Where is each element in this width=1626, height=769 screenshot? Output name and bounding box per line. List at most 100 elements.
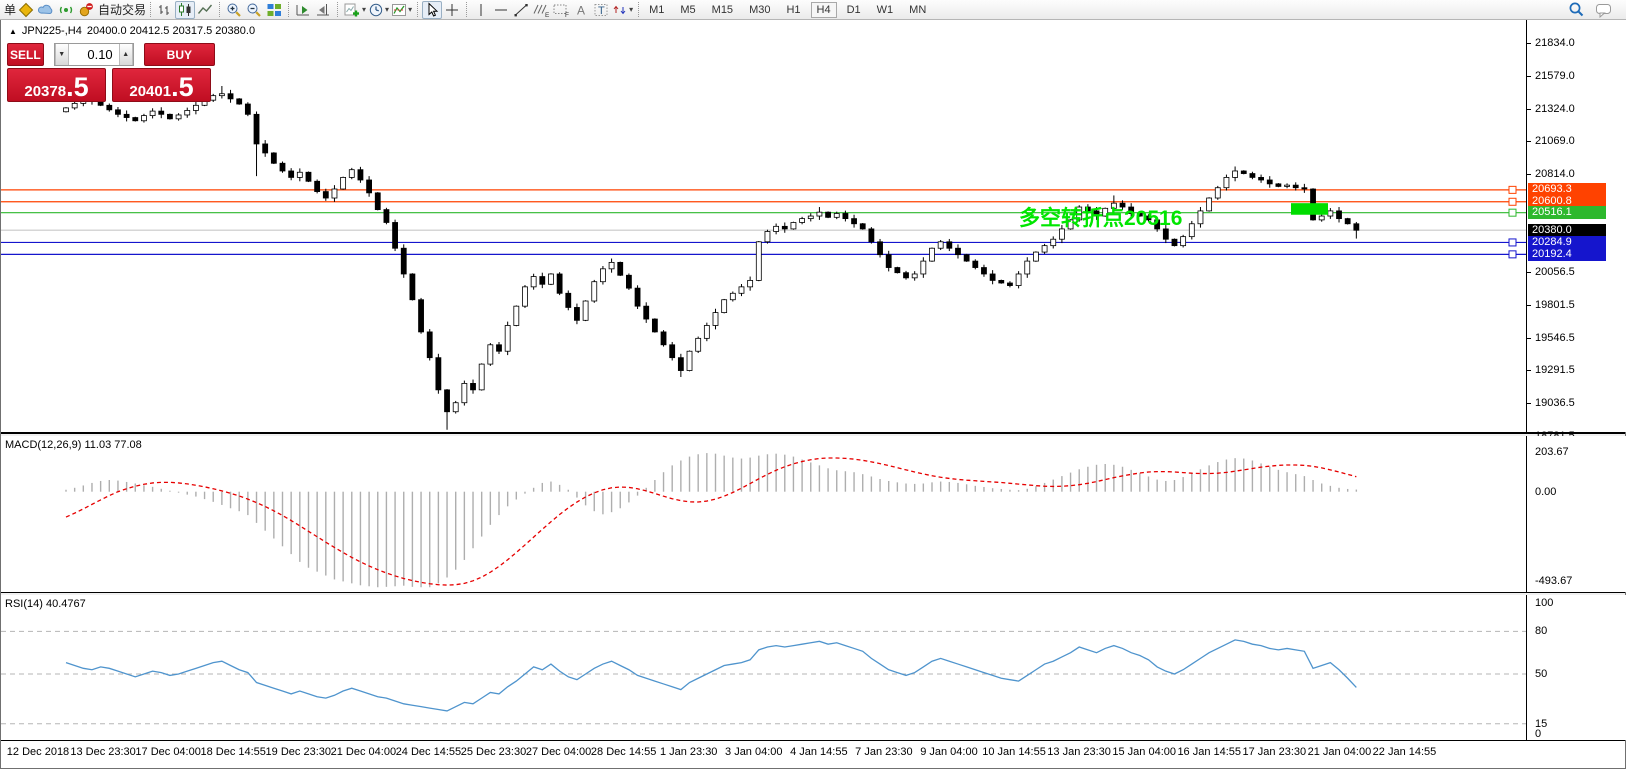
chart-candles-icon[interactable] — [175, 0, 196, 19]
cursor-icon[interactable] — [422, 0, 443, 19]
dropdown-caret[interactable]: ▾ — [385, 5, 389, 14]
fibonacci-retracement-icon[interactable]: E — [531, 1, 551, 19]
line-handle[interactable] — [1508, 238, 1517, 247]
rsi-scale[interactable]: 100 80 50 15 0 — [1526, 595, 1626, 740]
macd-scale-tick: -493.67 — [1535, 575, 1573, 587]
candle-body — [522, 286, 528, 307]
timeframe-button-M5[interactable]: M5 — [674, 2, 701, 18]
price-scale[interactable]: 21834.0 21579.0 21324.0 21069.0 20814.0 20056… — [1526, 20, 1626, 442]
timeframe-button-M30[interactable]: M30 — [743, 2, 776, 18]
candle-body — [911, 273, 918, 279]
candle-body — [1015, 273, 1022, 286]
candle-body — [617, 261, 624, 276]
autotrading-icon[interactable] — [76, 1, 96, 19]
time-axis[interactable]: 12 Dec 2018 13 Dec 23:30 17 Dec 04:00 18 De… — [1, 741, 1625, 768]
vertical-line-tool-icon[interactable] — [471, 1, 491, 19]
dropdown-caret[interactable]: ▾ — [408, 5, 412, 14]
horizontal-line-tool-icon[interactable] — [491, 1, 511, 19]
macd-scale[interactable]: 203.67 0.00 -493.67 — [1526, 436, 1626, 592]
chart-line-icon[interactable] — [195, 1, 215, 19]
trendline-tool-icon[interactable] — [511, 1, 531, 19]
price-line-tag: 20516.1 — [1528, 206, 1606, 220]
timeframe-button-W1[interactable]: W1 — [871, 2, 900, 18]
candle-body — [833, 213, 840, 218]
line-handle[interactable] — [1508, 208, 1517, 217]
candle-body — [236, 98, 243, 105]
signals-icon[interactable] — [56, 1, 76, 19]
collapse-triangle-icon[interactable]: ▲ — [9, 27, 17, 36]
market-watch-icon[interactable] — [16, 1, 36, 19]
mql5-community-icon[interactable] — [36, 1, 56, 19]
text-tool-icon[interactable]: A — [571, 1, 591, 19]
candle-body — [192, 104, 199, 111]
macd-chart[interactable] — [1, 436, 1526, 592]
buy-button[interactable]: BUY — [143, 43, 215, 66]
candle-body — [461, 383, 468, 404]
price-scale-tick: 19291.5 — [1535, 364, 1575, 377]
periods-clock-icon[interactable]: ▾ — [367, 1, 390, 19]
fibonacci-expansion-icon[interactable]: F — [551, 1, 571, 19]
candle-body — [1327, 210, 1334, 217]
candle-body — [1318, 215, 1325, 221]
candle-body — [807, 215, 814, 220]
dropdown-caret[interactable]: ▾ — [629, 5, 633, 14]
candle-body — [262, 143, 269, 154]
text-label-tool-icon[interactable]: T — [591, 1, 611, 19]
candle-body — [1007, 282, 1013, 286]
timeframe-button-H4[interactable]: H4 — [810, 1, 837, 18]
price-scale-tick: 21324.0 — [1535, 102, 1575, 115]
rsi-scale-tick: 100 — [1535, 597, 1554, 609]
sell-button[interactable]: SELL — [7, 43, 44, 66]
timeframe-button-M1[interactable]: M1 — [643, 2, 670, 18]
sell-price-box[interactable]: 20378 .5 — [7, 68, 106, 102]
line-handle[interactable] — [1508, 185, 1517, 194]
new-chart-icon[interactable]: ▾ — [342, 1, 367, 19]
tile-windows-icon[interactable] — [264, 1, 284, 19]
volume-increase-button[interactable]: ▲ — [118, 44, 133, 65]
buy-price-box[interactable]: 20401 .5 — [112, 68, 211, 102]
zoom-in-icon[interactable] — [224, 1, 244, 19]
autotrading-label[interactable]: 自动交易 — [98, 1, 146, 18]
chart-bars-icon[interactable] — [155, 1, 175, 19]
rsi-scale-tick: 0 — [1535, 728, 1542, 740]
candle-body — [712, 312, 719, 326]
price-chart-panel: ▲ JPN225-,H4 20400.0 20412.5 20317.5 203… — [1, 20, 1626, 442]
volume-input[interactable] — [68, 44, 119, 65]
chat-icon[interactable] — [1594, 1, 1614, 19]
annotation-text[interactable]: 多空转折点20516 — [1019, 206, 1182, 230]
rsi-chart[interactable] — [1, 595, 1526, 741]
one-click-trading-panel: SELL ▼ ▲ BUY 20378 .5 20401 .5 — [7, 43, 215, 102]
candle-body — [755, 241, 762, 281]
zoom-out-icon[interactable] — [244, 1, 264, 19]
candle-body — [946, 241, 953, 249]
indicators-icon[interactable]: ▾ — [390, 1, 413, 19]
candle-body — [825, 211, 831, 218]
rsi-label: RSI(14) 40.4767 — [5, 598, 86, 610]
chart-shift-icon[interactable] — [313, 1, 333, 19]
auto-scroll-icon[interactable] — [293, 1, 313, 19]
search-icon[interactable] — [1566, 1, 1586, 19]
timeframe-button-M15[interactable]: M15 — [706, 2, 739, 18]
candle-body — [513, 305, 520, 326]
arrows-tool-icon[interactable]: ▾ — [611, 1, 634, 19]
volume-decrease-button[interactable]: ▼ — [54, 44, 69, 65]
line-handle[interactable] — [1508, 250, 1517, 259]
price-scale-tick: 21579.0 — [1535, 69, 1575, 82]
candle-body — [703, 325, 710, 339]
candle-body — [1171, 238, 1178, 247]
green-zone-rectangle[interactable] — [1291, 203, 1328, 215]
dropdown-caret[interactable]: ▾ — [362, 5, 366, 14]
candle-body — [227, 93, 234, 100]
timeframe-button-H1[interactable]: H1 — [780, 2, 806, 18]
candle-body — [487, 344, 494, 365]
candle-body — [582, 300, 589, 321]
timeframe-button-MN[interactable]: MN — [903, 2, 932, 18]
toolbar-separator — [466, 2, 468, 17]
new-order-button[interactable]: 单 — [4, 1, 16, 18]
crosshair-icon[interactable] — [442, 1, 462, 19]
timeframe-button-D1[interactable]: D1 — [841, 2, 867, 18]
candle-body — [1050, 238, 1057, 247]
line-handle[interactable] — [1508, 197, 1517, 206]
candlestick-chart[interactable]: 多空转折点20516 — [1, 20, 1526, 433]
toolbar-separator — [150, 2, 152, 17]
